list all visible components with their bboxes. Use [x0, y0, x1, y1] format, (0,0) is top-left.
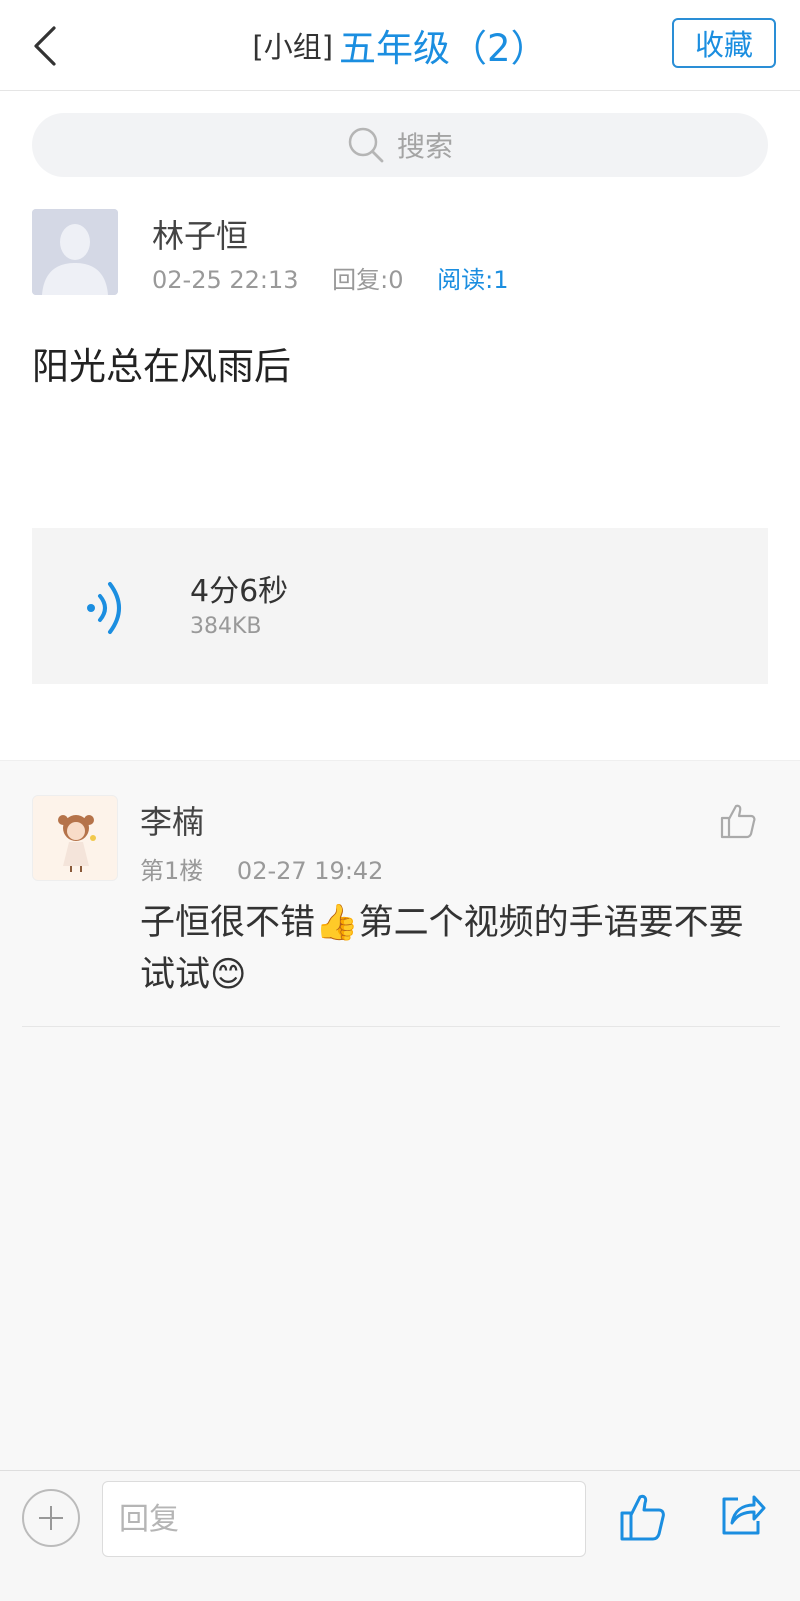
comment-list: 李楠 第1楼 02-27 19:42 子恒很不错👍第二个视频的手语要不要试试😊: [0, 760, 800, 1471]
author-avatar[interactable]: [32, 209, 118, 295]
voice-icon: [87, 582, 121, 634]
commenter-avatar[interactable]: [32, 795, 118, 881]
avatar-placeholder-icon: [32, 209, 118, 295]
post-content: 阳光总在风雨后: [32, 345, 291, 388]
plus-icon: [39, 1506, 63, 1530]
add-attachment-button[interactable]: [22, 1489, 80, 1547]
thumbs-up-icon: [620, 1494, 665, 1541]
read-count: 阅读:1: [437, 266, 509, 294]
share-button[interactable]: [718, 1491, 766, 1543]
share-icon: [722, 1495, 766, 1535]
post-author[interactable]: 林子恒: [152, 211, 248, 257]
bottom-bar: [0, 1470, 800, 1601]
like-button[interactable]: [618, 1491, 666, 1547]
comment-datetime: 02-27 19:42: [236, 857, 384, 885]
comment-text: 子恒很不错👍第二个视频的手语要不要试试😊: [140, 903, 744, 995]
top-bar: [小组] 五年级（2） 收藏: [0, 0, 800, 91]
reply-input[interactable]: [102, 1481, 586, 1557]
voice-attachment[interactable]: 4分6秒 384KB: [32, 528, 768, 684]
group-name: 五年级（2）: [339, 27, 548, 70]
comment-meta: 第1楼 02-27 19:42: [140, 851, 409, 886]
comment-floor: 第1楼: [140, 857, 204, 885]
search-icon: [348, 127, 384, 163]
comment-like-button[interactable]: [718, 801, 758, 845]
search-bar[interactable]: 搜索: [32, 113, 768, 177]
post-meta: 02-25 22:13 回复:0 阅读:1: [152, 260, 535, 295]
thumbs-up-icon: [720, 804, 756, 839]
search-placeholder: 搜索: [396, 130, 453, 163]
favorite-button[interactable]: 收藏: [672, 18, 776, 68]
girl-avatar-icon: [33, 796, 117, 880]
commenter-name[interactable]: 李楠: [140, 797, 204, 843]
audio-size: 384KB: [190, 614, 262, 639]
audio-duration: 4分6秒: [190, 574, 289, 609]
group-prefix: [小组]: [252, 30, 334, 64]
post-datetime: 02-25 22:13: [152, 266, 299, 294]
divider: [22, 1026, 780, 1027]
reply-count: 回复:0: [332, 266, 404, 294]
